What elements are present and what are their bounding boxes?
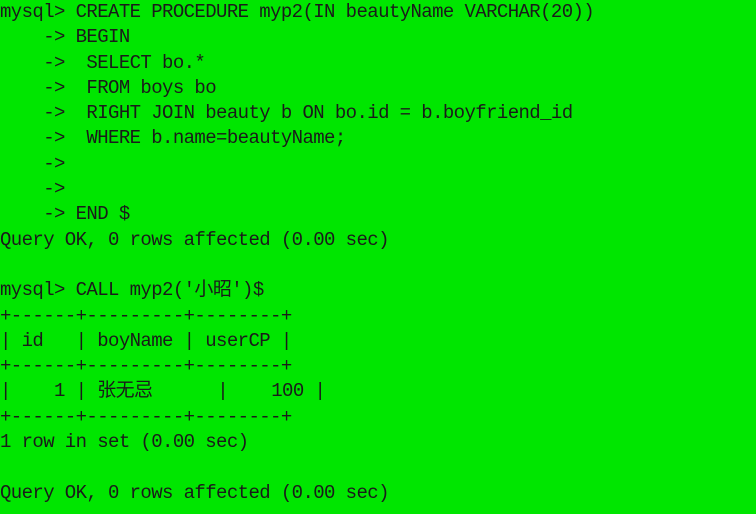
query-ok-status: Query OK, 0 rows affected (0.00 sec) <box>0 228 389 251</box>
sql-continuation-end: -> END $ <box>0 203 130 226</box>
result-table-border-bottom: +------+---------+--------+ <box>0 405 292 428</box>
sql-continuation-empty-2: -> <box>0 178 65 201</box>
row-count-status: 1 row in set (0.00 sec) <box>0 431 249 454</box>
sql-continuation-from: -> FROM boys bo <box>0 76 217 99</box>
sql-continuation-select: -> SELECT bo.* <box>0 51 206 74</box>
sql-continuation-begin: -> BEGIN <box>0 26 130 49</box>
sql-prompt-call: mysql> CALL myp2('小昭')$ <box>0 279 264 302</box>
result-table-row: | 1 | 张无忌 | 100 | <box>0 380 326 403</box>
sql-continuation-empty-1: -> <box>0 152 65 175</box>
query-ok-status-2: Query OK, 0 rows affected (0.00 sec) <box>0 481 389 504</box>
sql-prompt-create-procedure: mysql> CREATE PROCEDURE myp2(IN beautyNa… <box>0 1 595 23</box>
result-table-header: | id | boyName | userCP | <box>0 329 292 352</box>
terminal-window[interactable]: mysql> CREATE PROCEDURE myp2(IN beautyNa… <box>0 0 756 514</box>
result-table-border-mid: +------+---------+--------+ <box>0 355 292 378</box>
result-table-border-top: +------+---------+--------+ <box>0 304 292 327</box>
sql-continuation-where: -> WHERE b.name=beautyName; <box>0 127 346 150</box>
sql-continuation-right-join: -> RIGHT JOIN beauty b ON bo.id = b.boyf… <box>0 102 573 125</box>
